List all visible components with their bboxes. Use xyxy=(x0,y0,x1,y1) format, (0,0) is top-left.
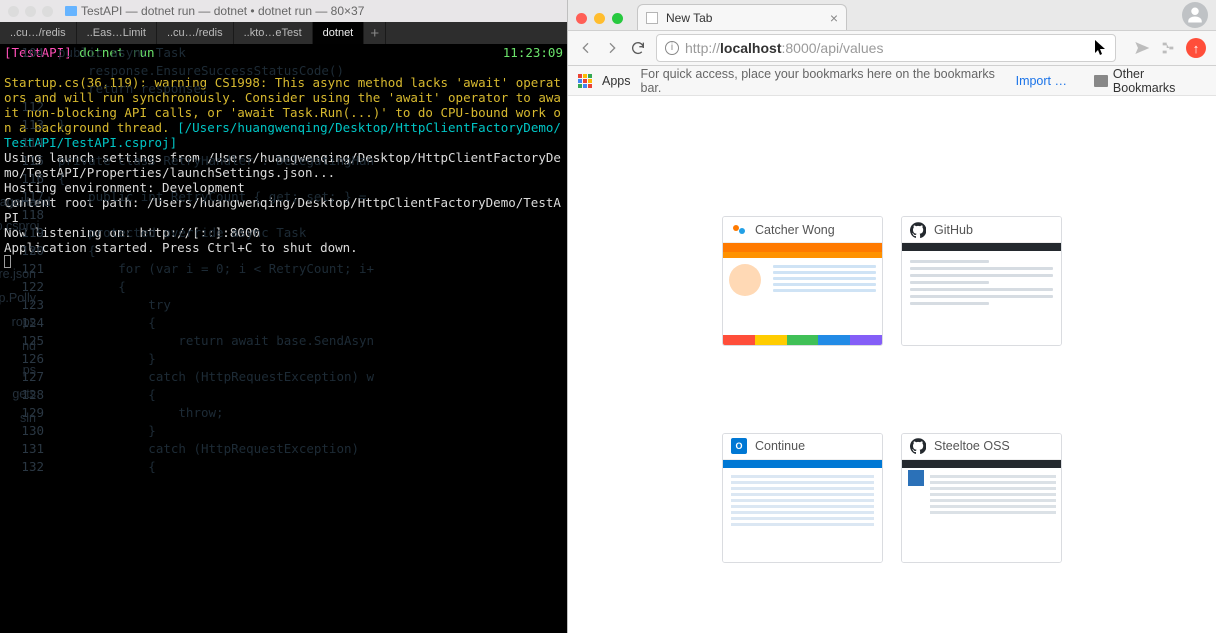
favicon-icon: O xyxy=(731,438,747,454)
tab-favicon xyxy=(646,12,658,24)
traffic-lights[interactable] xyxy=(576,13,623,24)
background-file-list: gHttpMessageHandnsions.Http.csprojxore.j… xyxy=(0,190,36,430)
browser-tab-strip[interactable]: New Tab × xyxy=(568,0,1216,30)
back-button[interactable] xyxy=(578,40,594,56)
url-display: http://localhost:8000/api/values xyxy=(685,40,883,56)
most-visited-tile[interactable]: Steeltoe OSS xyxy=(901,433,1062,563)
favicon-icon xyxy=(910,222,926,238)
close-tab-icon[interactable]: × xyxy=(830,10,838,26)
favicon-icon xyxy=(910,438,926,454)
tile-title: Steeltoe OSS xyxy=(934,439,1010,453)
bookmarks-bar[interactable]: Apps For quick access, place your bookma… xyxy=(568,66,1216,96)
extension-icon[interactable] xyxy=(1134,40,1150,56)
most-visited-tiles: Catcher Wong GitHub xyxy=(722,216,1062,633)
import-bookmarks-link[interactable]: Import b… xyxy=(1016,74,1072,88)
chrome-top: New Tab × i http://localhost:8000/api/va… xyxy=(568,0,1216,96)
profile-avatar[interactable] xyxy=(1182,2,1208,28)
tile-title: Catcher Wong xyxy=(755,223,835,237)
address-bar[interactable]: i http://localhost:8000/api/values xyxy=(656,34,1116,62)
traffic-lights[interactable] xyxy=(8,6,53,17)
browser-window: New Tab × i http://localhost:8000/api/va… xyxy=(567,0,1216,633)
close-light[interactable] xyxy=(576,13,587,24)
tile-title: GitHub xyxy=(934,223,973,237)
browser-toolbar: i http://localhost:8000/api/values ↑ xyxy=(568,30,1216,66)
terminal-tab[interactable]: ..Eas…Limit xyxy=(77,22,157,44)
window-title-text: TestAPI — dotnet run — dotnet • dotnet r… xyxy=(81,4,364,18)
terminal-window: TestAPI — dotnet run — dotnet • dotnet r… xyxy=(0,0,567,633)
max-light[interactable] xyxy=(612,13,623,24)
terminal-tabs[interactable]: ..cu…/redis ..Eas…Limit ..cu…/redis ..kt… xyxy=(0,22,567,44)
terminal-tab[interactable]: ..kto…eTest xyxy=(234,22,313,44)
site-info-icon[interactable]: i xyxy=(665,41,679,55)
tile-thumbnail xyxy=(902,460,1061,562)
favicon-icon xyxy=(731,222,747,238)
max-light[interactable] xyxy=(42,6,53,17)
folder-icon xyxy=(1094,75,1108,87)
forward-button[interactable] xyxy=(604,40,620,56)
new-tab-button[interactable]: + xyxy=(364,22,386,44)
tile-thumbnail xyxy=(723,243,882,345)
tile-thumbnail xyxy=(723,460,882,562)
apps-label[interactable]: Apps xyxy=(602,74,631,88)
min-light[interactable] xyxy=(25,6,36,17)
terminal-titlebar[interactable]: TestAPI — dotnet run — dotnet • dotnet r… xyxy=(0,0,567,22)
folder-icon xyxy=(65,6,77,16)
tile-title: Continue xyxy=(755,439,805,453)
terminal-tab-active[interactable]: dotnet xyxy=(313,22,365,44)
other-bookmarks[interactable]: Other Bookmarks xyxy=(1094,67,1206,95)
min-light[interactable] xyxy=(594,13,605,24)
most-visited-tile[interactable]: GitHub xyxy=(901,216,1062,346)
extension-icon[interactable] xyxy=(1160,40,1176,56)
bookmarks-hint: For quick access, place your bookmarks h… xyxy=(641,67,1004,95)
other-bookmarks-label: Other Bookmarks xyxy=(1113,67,1206,95)
tile-thumbnail xyxy=(902,243,1061,345)
terminal-tab[interactable]: ..cu…/redis xyxy=(157,22,234,44)
browser-tab[interactable]: New Tab × xyxy=(637,4,847,30)
most-visited-tile[interactable]: Catcher Wong xyxy=(722,216,883,346)
most-visited-tile[interactable]: O Continue xyxy=(722,433,883,563)
background-editor: 104public async Task response.EnsureSucc… xyxy=(0,44,567,633)
window-title: TestAPI — dotnet run — dotnet • dotnet r… xyxy=(65,4,364,18)
close-light[interactable] xyxy=(8,6,19,17)
new-tab-page: Catcher Wong GitHub xyxy=(568,96,1216,633)
update-available-icon[interactable]: ↑ xyxy=(1186,38,1206,58)
apps-icon[interactable] xyxy=(578,74,592,88)
browser-tab-title: New Tab xyxy=(666,11,712,25)
terminal-tab[interactable]: ..cu…/redis xyxy=(0,22,77,44)
mouse-cursor-icon xyxy=(1095,40,1107,56)
reload-button[interactable] xyxy=(630,40,646,56)
